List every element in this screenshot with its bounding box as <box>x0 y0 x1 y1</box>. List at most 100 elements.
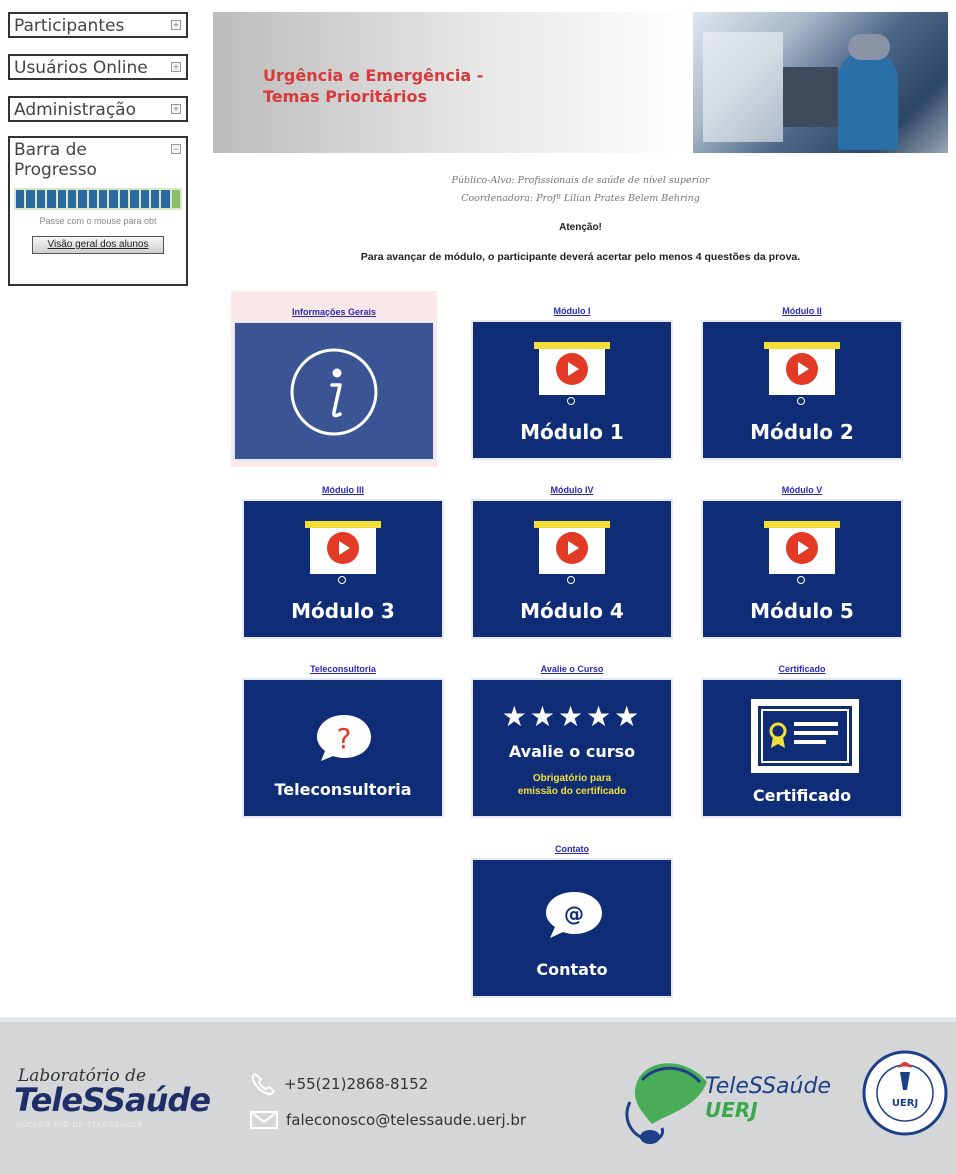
tile-rate-note-line1: Obrigatório para <box>532 773 612 784</box>
block-administration[interactable]: Administração + <box>8 96 188 122</box>
tile-contact-link[interactable]: Contato <box>469 840 675 858</box>
svg-text:@: @ <box>564 902 584 926</box>
progress-segment[interactable] <box>119 190 129 208</box>
progress-hint: Passe com o mouse para obt <box>39 216 157 226</box>
progress-segment[interactable] <box>140 190 149 208</box>
lab-logo-tagline: NÚCLEO RIO DE TELESSAÚDE <box>16 1122 144 1129</box>
photo-shape <box>783 67 838 127</box>
block-administration-title[interactable]: Administração <box>10 98 186 122</box>
progress-segment[interactable] <box>57 190 66 208</box>
banner-title-line2: Temas Prioritários <box>263 87 428 106</box>
banner-photo <box>693 12 948 153</box>
footer-email-text[interactable]: faleconosco@telessaude.uerj.br <box>286 1111 526 1129</box>
telessaude-uerj: UERJ <box>705 1098 758 1122</box>
overview-button[interactable]: Visão geral dos alunos <box>32 236 164 254</box>
tile-rate-link[interactable]: Avalie o Curso <box>469 660 675 678</box>
progress-segment[interactable] <box>36 190 46 208</box>
block-progress-title: Barra de Progresso <box>14 140 97 180</box>
progress-segment[interactable] <box>26 190 35 208</box>
tile-teleconsult[interactable]: Teleconsultoria ? Teleconsultoria <box>240 660 446 818</box>
progress-segment[interactable] <box>47 190 56 208</box>
block-participants-title[interactable]: Participantes <box>10 14 186 38</box>
tile-module-3-caption: Módulo 3 <box>291 599 395 623</box>
photo-shape <box>838 50 898 150</box>
expand-icon[interactable]: + <box>171 20 181 30</box>
at-bubble-icon: @ <box>546 892 602 938</box>
tile-certificate[interactable]: Certificado Certificado <box>699 660 905 818</box>
rule-text: Para avançar de módulo, o participante d… <box>360 251 801 263</box>
tile-module-1[interactable]: Módulo I Módulo 1 <box>469 302 675 460</box>
tile-info-link[interactable]: Informações Gerais <box>231 291 437 321</box>
tile-contact[interactable]: Contato @ Contato <box>469 840 675 998</box>
tile-rate-caption: Avalie o curso <box>508 742 636 761</box>
expand-icon[interactable]: + <box>171 104 181 114</box>
tile-module-5-link[interactable]: Módulo V <box>699 481 905 499</box>
phone-icon <box>251 1072 276 1096</box>
video-projector-icon <box>305 521 381 593</box>
tile-rate-card[interactable]: ★★★★★ Avalie o curso Obrigatório para em… <box>471 678 673 818</box>
tile-module-4-caption: Módulo 4 <box>520 599 624 623</box>
tile-rate[interactable]: Avalie o Curso ★★★★★ Avalie o curso Obri… <box>469 660 675 818</box>
uerj-seal-icon: UERJ <box>862 1050 948 1136</box>
tile-module-2-link[interactable]: Módulo II <box>699 302 905 320</box>
footer: Laboratório de TeleSSaúde NÚCLEO RIO DE … <box>0 1017 956 1174</box>
progress-segment[interactable] <box>130 190 139 208</box>
tile-teleconsult-link[interactable]: Teleconsultoria <box>240 660 446 678</box>
tile-module-3-link[interactable]: Módulo III <box>240 481 446 499</box>
svg-text:?: ? <box>337 722 352 755</box>
progress-segment[interactable] <box>78 190 87 208</box>
block-online-users[interactable]: Usuários Online + <box>8 54 188 80</box>
banner-title: Urgência e Emergência - Temas Prioritári… <box>263 65 483 107</box>
mail-icon <box>250 1111 278 1129</box>
progress-segment[interactable] <box>161 190 170 208</box>
certificate-icon <box>751 699 859 773</box>
footer-email[interactable]: faleconosco@telessaude.uerj.br <box>250 1110 526 1130</box>
progress-segment[interactable] <box>99 190 108 208</box>
progress-segment[interactable] <box>88 190 97 208</box>
tile-module-3-card[interactable]: Módulo 3 <box>242 499 444 639</box>
info-icon <box>290 348 378 436</box>
progress-bar[interactable] <box>14 188 182 210</box>
tile-module-4[interactable]: Módulo IV Módulo 4 <box>469 481 675 639</box>
progress-segment[interactable] <box>16 190 25 208</box>
tile-module-4-card[interactable]: Módulo 4 <box>471 499 673 639</box>
coordinator-text: Coordenadora: Profª Lilian Prates Belem … <box>461 193 700 204</box>
expand-icon[interactable]: + <box>171 62 181 72</box>
progress-segment[interactable] <box>171 190 180 208</box>
tile-module-1-card[interactable]: Módulo 1 <box>471 320 673 460</box>
tile-module-3[interactable]: Módulo III Módulo 3 <box>240 481 446 639</box>
star-icon: ★★★★★ <box>501 701 643 732</box>
progress-segment[interactable] <box>109 190 118 208</box>
audience-text: Público-Alvo: Profissionais de saúde de … <box>451 175 710 186</box>
tile-info[interactable]: Informações Gerais <box>231 291 437 467</box>
telessaude-name: TeleSSaúde <box>705 1074 831 1099</box>
tile-module-2-card[interactable]: Módulo 2 <box>701 320 903 460</box>
block-participants[interactable]: Participantes + <box>8 12 188 38</box>
tile-module-5[interactable]: Módulo V Módulo 5 <box>699 481 905 639</box>
photo-shape <box>703 32 783 142</box>
tile-teleconsult-caption: Teleconsultoria <box>274 780 412 799</box>
collapse-icon[interactable]: − <box>171 144 181 154</box>
video-projector-icon <box>764 521 840 593</box>
tile-module-2[interactable]: Módulo II Módulo 2 <box>699 302 905 460</box>
tile-certificate-card[interactable]: Certificado <box>701 678 903 818</box>
tile-module-4-link[interactable]: Módulo IV <box>469 481 675 499</box>
svg-text:UERJ: UERJ <box>892 1098 918 1109</box>
footer-phone: +55(21)2868-8152 <box>250 1072 428 1096</box>
tile-rate-note: Obrigatório para emissão do certificado <box>473 772 671 798</box>
photo-shape <box>848 34 890 60</box>
tile-teleconsult-card[interactable]: ? Teleconsultoria <box>242 678 444 818</box>
progress-segment[interactable] <box>67 190 77 208</box>
video-projector-icon <box>534 342 610 414</box>
tile-certificate-link[interactable]: Certificado <box>699 660 905 678</box>
tile-contact-caption: Contato <box>536 960 608 979</box>
tile-module-2-caption: Módulo 2 <box>750 420 854 444</box>
video-projector-icon <box>534 521 610 593</box>
tile-info-card[interactable] <box>233 321 435 461</box>
block-online-users-title[interactable]: Usuários Online <box>10 56 186 80</box>
progress-segment[interactable] <box>150 190 160 208</box>
tile-module-1-link[interactable]: Módulo I <box>469 302 675 320</box>
tile-contact-card[interactable]: @ Contato <box>471 858 673 998</box>
tile-module-5-card[interactable]: Módulo 5 <box>701 499 903 639</box>
tile-module-1-caption: Módulo 1 <box>520 420 624 444</box>
